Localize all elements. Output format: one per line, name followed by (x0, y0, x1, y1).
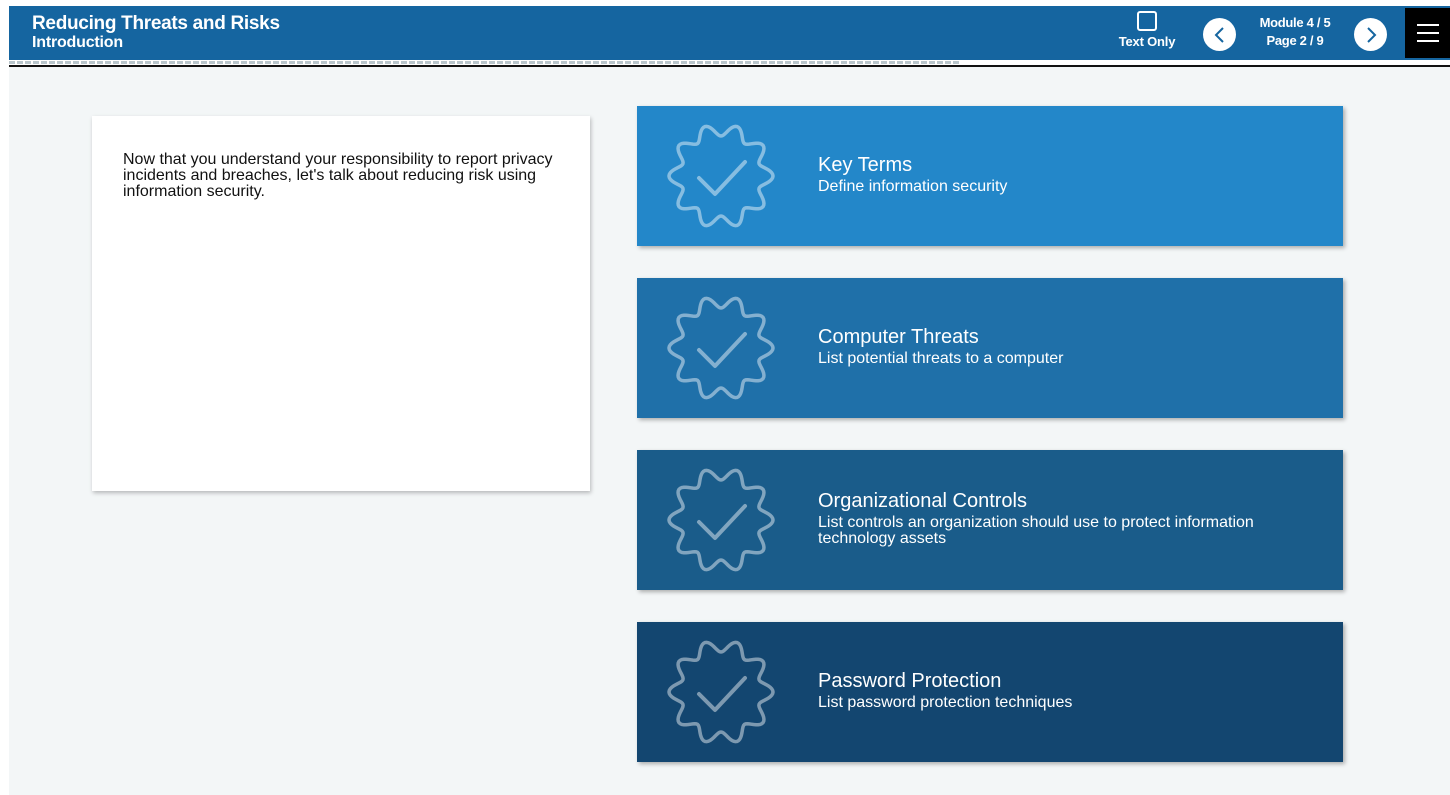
text-only-toggle[interactable]: Text Only (1111, 11, 1183, 57)
topic-description: Define information security (818, 178, 1008, 195)
topic-description: List controls an organization should use… (818, 514, 1254, 547)
text-only-label: Text Only (1118, 34, 1176, 49)
course-progress-bar (9, 60, 1450, 67)
topic-description: List password protection techniques (818, 694, 1073, 711)
course-title: Reducing Threats and Risks (32, 13, 280, 34)
module-page-indicator: Module 4 / 5 Page 2 / 9 (1249, 14, 1341, 50)
topic-card-organizational-controls[interactable]: Organizational Controls List controls an… (637, 450, 1343, 590)
topic-card-password-protection[interactable]: Password Protection List password protec… (637, 622, 1343, 762)
topic-card-computer-threats[interactable]: Computer Threats List potential threats … (637, 278, 1343, 418)
title-block: Reducing Threats and Risks Introduction (32, 14, 280, 52)
topic-title: Computer Threats (818, 326, 979, 348)
topic-text: Computer Threats List potential threats … (818, 326, 1318, 367)
check-badge-icon (667, 124, 775, 228)
check-badge-icon (667, 296, 775, 400)
topic-description: List potential threats to a computer (818, 350, 1064, 367)
menu-bar-icon (1416, 32, 1439, 34)
check-badge-icon (667, 640, 775, 744)
section-title: Introduction (32, 34, 123, 51)
topic-card-key-terms[interactable]: Key Terms Define information security (637, 106, 1343, 246)
course-player: Reducing Threats and Risks Introduction … (9, 6, 1450, 795)
menu-bar-icon (1416, 24, 1439, 26)
hamburger-menu-button[interactable] (1405, 8, 1450, 58)
topic-text: Organizational Controls List controls an… (818, 490, 1318, 547)
topic-title: Key Terms (818, 154, 913, 176)
menu-bar-icon (1416, 40, 1439, 42)
page-counter: Page 2 / 9 (1266, 33, 1324, 48)
checkbox-icon (1137, 11, 1157, 31)
topic-title: Password Protection (818, 670, 1002, 692)
chevron-left-icon (1214, 26, 1224, 43)
topic-text: Key Terms Define information security (818, 154, 1318, 195)
check-badge-icon (667, 468, 775, 572)
course-progress-fill (9, 61, 961, 64)
header-bar: Reducing Threats and Risks Introduction … (9, 6, 1450, 60)
intro-card: Now that you understand your responsibil… (92, 116, 590, 491)
next-page-button[interactable] (1354, 18, 1387, 51)
module-counter: Module 4 / 5 (1259, 15, 1331, 30)
chevron-right-icon (1366, 26, 1376, 43)
topic-text: Password Protection List password protec… (818, 670, 1318, 711)
previous-page-button[interactable] (1203, 18, 1236, 51)
intro-text: Now that you understand your responsibil… (123, 151, 553, 200)
topic-title: Organizational Controls (818, 490, 1027, 512)
